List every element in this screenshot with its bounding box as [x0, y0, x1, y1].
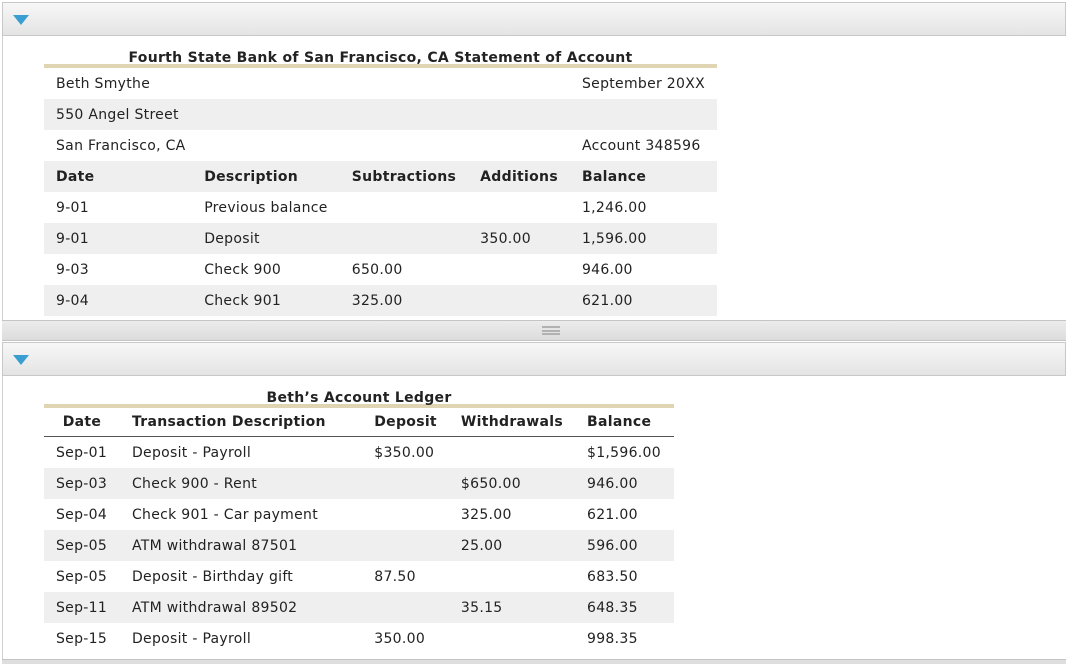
statement-period: September 20XX	[581, 75, 705, 92]
cell-description: Check 901 - Car payment	[131, 506, 318, 523]
cell-date: Sep-03	[44, 468, 120, 499]
cell-description: Deposit - Payroll	[131, 444, 252, 461]
table-row: Sep-15 Deposit - Payroll 350.00 998.35	[44, 623, 674, 654]
cell-date: Sep-05	[44, 530, 120, 561]
customer-name: Beth Smythe	[56, 75, 151, 92]
col-header-date: Date	[44, 406, 120, 437]
statement-city-row: San Francisco, CA Account 348596	[44, 130, 717, 161]
cell-description: ATM withdrawal 87501	[119, 530, 363, 561]
cell-deposit	[362, 530, 449, 561]
cell-withdrawals	[449, 623, 575, 654]
cell-description: Deposit - Payroll	[131, 630, 252, 647]
cell-date: Sep-15	[56, 630, 108, 647]
statement-header-row: Date Description Subtractions Additions …	[44, 161, 717, 192]
cell-withdrawals: $650.00	[448, 468, 576, 499]
cell-date: 9-01	[44, 223, 193, 254]
cell-subtractions	[339, 223, 469, 254]
table-row: Sep-05 ATM withdrawal 87501 25.00 596.00	[44, 530, 674, 561]
cell-description: Check 901	[192, 285, 340, 316]
cell-withdrawals: 325.00	[460, 506, 512, 523]
ledger-header-row: Date Transaction Description Deposit Wit…	[44, 406, 674, 437]
col-header-withdrawals: Withdrawals	[448, 406, 576, 437]
col-header-additions: Additions	[468, 161, 570, 192]
table-row: 9-04 Check 901 325.00 621.00	[44, 285, 717, 316]
col-header-deposit: Deposit	[362, 406, 449, 437]
cell-additions	[468, 285, 570, 316]
table-row: Sep-04 Check 901 - Car payment 325.00 62…	[44, 499, 674, 530]
cell-balance: 1,246.00	[581, 199, 647, 216]
cell-deposit: 350.00	[374, 630, 426, 647]
cell-description: Deposit	[192, 223, 340, 254]
cell-deposit: $350.00	[374, 444, 435, 461]
statement-name-row: Beth Smythe September 20XX	[44, 66, 717, 99]
bottom-splitter[interactable]	[2, 659, 1066, 664]
table-row: Sep-01 Deposit - Payroll $350.00 $1,596.…	[44, 437, 674, 469]
cell-deposit: 87.50	[374, 568, 416, 585]
statement-table: Fourth State Bank of San Francisco, CA S…	[44, 36, 717, 316]
cell-balance: 946.00	[581, 261, 633, 278]
table-row: 9-01 Deposit 350.00 1,596.00	[44, 223, 717, 254]
cell-description: Deposit - Birthday gift	[131, 568, 294, 585]
ledger-pane: Beth’s Account Ledger Date Transaction D…	[2, 376, 1066, 659]
cell-balance: 621.00	[569, 285, 717, 316]
cell-deposit	[362, 468, 449, 499]
col-header-balance: Balance	[569, 161, 717, 192]
statement-pane: Fourth State Bank of San Francisco, CA S…	[2, 36, 1066, 320]
cell-date: 9-01	[56, 199, 89, 216]
cell-additions: 350.00	[468, 223, 570, 254]
cell-balance: 1,596.00	[569, 223, 717, 254]
cell-date: 9-03	[56, 261, 89, 278]
col-header-subtractions: Subtractions	[339, 161, 469, 192]
cell-balance: 683.50	[587, 568, 638, 585]
cell-date: Sep-04	[56, 506, 108, 523]
cell-description: Previous balance	[204, 199, 328, 216]
cell-description: Check 900	[204, 261, 282, 278]
col-header-balance: Balance	[575, 406, 674, 437]
cell-description: ATM withdrawal 89502	[119, 592, 363, 623]
cell-balance: 946.00	[575, 468, 674, 499]
ledger-table: Beth’s Account Ledger Date Transaction D…	[44, 376, 674, 654]
table-row: 9-03 Check 900 650.00 946.00	[44, 254, 717, 285]
customer-city: San Francisco, CA	[56, 137, 186, 154]
cell-subtractions	[340, 192, 468, 223]
pane-splitter[interactable]	[2, 320, 1066, 341]
cell-date: 9-04	[44, 285, 193, 316]
cell-withdrawals: 25.00	[448, 530, 576, 561]
drag-handle-icon[interactable]	[542, 326, 560, 335]
table-row: Sep-05 Deposit - Birthday gift 87.50 683…	[44, 561, 674, 592]
cell-balance: 998.35	[587, 630, 638, 647]
col-header-description: Description	[192, 161, 340, 192]
cell-deposit	[362, 499, 449, 530]
cell-balance: 621.00	[587, 506, 638, 523]
cell-balance: $1,596.00	[587, 444, 661, 461]
ledger-pane-header	[2, 342, 1066, 376]
cell-withdrawals: 35.15	[448, 592, 576, 623]
collapse-ledger-icon[interactable]	[13, 355, 29, 365]
statement-street-row: 550 Angel Street	[44, 99, 717, 130]
cell-deposit	[362, 592, 449, 623]
statement-title: Fourth State Bank of San Francisco, CA S…	[128, 50, 633, 66]
account-number: Account 348596	[581, 137, 701, 154]
ledger-title: Beth’s Account Ledger	[266, 390, 452, 406]
cell-balance: 596.00	[575, 530, 674, 561]
table-row: Sep-03 Check 900 - Rent $650.00 946.00	[44, 468, 674, 499]
cell-date: Sep-05	[56, 568, 108, 585]
cell-date: Sep-01	[56, 444, 108, 461]
cell-additions	[468, 192, 570, 223]
cell-additions	[468, 254, 570, 285]
table-row: 9-01 Previous balance 1,246.00	[44, 192, 717, 223]
collapse-statement-icon[interactable]	[13, 15, 29, 25]
col-header-date: Date	[44, 161, 193, 192]
cell-balance: 648.35	[575, 592, 674, 623]
cell-withdrawals	[449, 437, 575, 469]
cell-subtractions: 650.00	[351, 261, 403, 278]
statement-pane-header	[2, 2, 1066, 36]
col-header-transaction-description: Transaction Description	[119, 406, 363, 437]
cell-date: Sep-11	[44, 592, 120, 623]
cell-withdrawals	[449, 561, 575, 592]
cell-subtractions: 325.00	[339, 285, 469, 316]
cell-description: Check 900 - Rent	[119, 468, 363, 499]
customer-street: 550 Angel Street	[44, 99, 717, 130]
table-row: Sep-11 ATM withdrawal 89502 35.15 648.35	[44, 592, 674, 623]
